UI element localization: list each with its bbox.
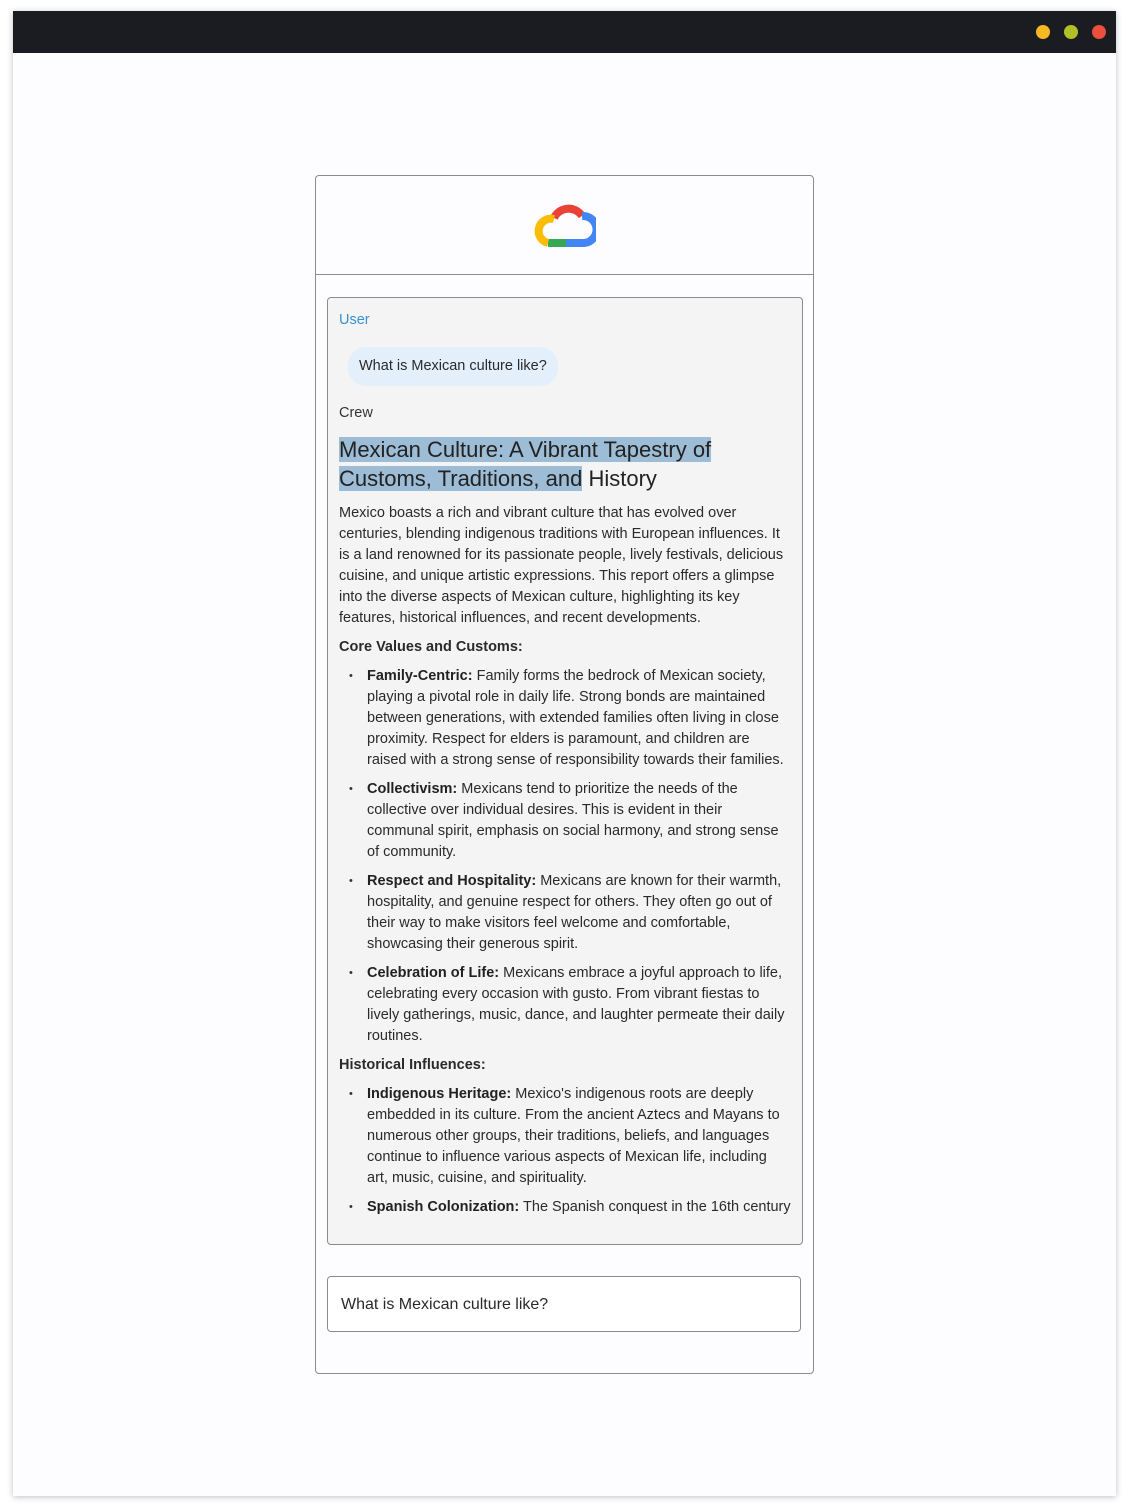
title-bar: [13, 11, 1116, 53]
list-item-term: Respect and Hospitality:: [367, 873, 537, 889]
maximize-button[interactable]: [1064, 25, 1078, 39]
google-cloud-icon: [534, 204, 596, 247]
report-title: Mexican Culture: A Vibrant Tapestry of C…: [339, 435, 791, 493]
list-item: Collectivism: Mexicans tend to prioritiz…: [349, 779, 791, 863]
section-heading: Core Values and Customs:: [339, 639, 523, 655]
section-list: Indigenous Heritage: Mexico's indigenous…: [339, 1084, 791, 1218]
user-message-bubble: What is Mexican culture like?: [348, 347, 558, 386]
list-item: Celebration of Life: Mexicans embrace a …: [349, 963, 791, 1047]
message-input[interactable]: What is Mexican culture like?: [327, 1276, 801, 1332]
minimize-button[interactable]: [1036, 25, 1050, 39]
browser-window: User What is Mexican culture like? Crew …: [13, 11, 1116, 1496]
crew-role-label: Crew: [339, 405, 373, 421]
section-list: Family-Centric: Family forms the bedrock…: [339, 666, 791, 1047]
list-item-term: Indigenous Heritage:: [367, 1086, 512, 1102]
list-item-term: Family-Centric:: [367, 668, 473, 684]
section-heading: Historical Influences:: [339, 1057, 486, 1073]
list-item: Indigenous Heritage: Mexico's indigenous…: [349, 1084, 791, 1189]
list-item-text: The Spanish conquest in the 16th century: [519, 1199, 791, 1215]
user-role-label: User: [339, 312, 370, 328]
close-button[interactable]: [1092, 25, 1106, 39]
panel-header: [316, 176, 813, 275]
chat-transcript[interactable]: User What is Mexican culture like? Crew …: [327, 297, 803, 1245]
list-item: Family-Centric: Family forms the bedrock…: [349, 666, 791, 771]
chat-panel: User What is Mexican culture like? Crew …: [315, 175, 814, 1374]
list-item-term: Spanish Colonization:: [367, 1199, 520, 1215]
list-item-term: Celebration of Life:: [367, 965, 500, 981]
report-title-rest: History: [582, 466, 657, 491]
list-item: Respect and Hospitality: Mexicans are kn…: [349, 871, 791, 955]
list-item: Spanish Colonization: The Spanish conque…: [349, 1197, 791, 1218]
list-item-term: Collectivism:: [367, 781, 458, 797]
report-intro: Mexico boasts a rich and vibrant culture…: [339, 505, 784, 626]
